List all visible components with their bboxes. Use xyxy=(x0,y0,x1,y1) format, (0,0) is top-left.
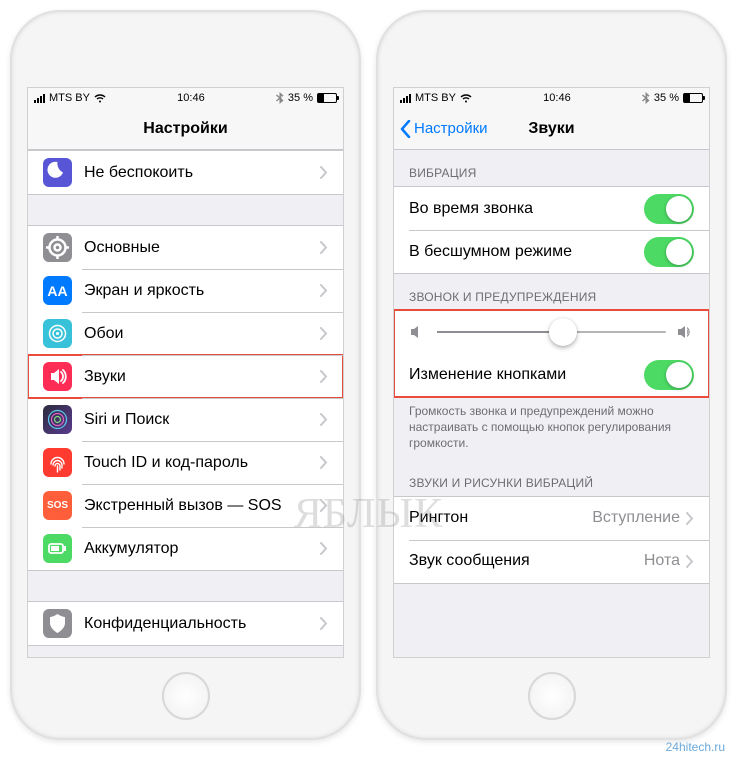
phone-right: MTS BY 10:46 35 % Настройки Звуки ВИБРА xyxy=(376,10,727,740)
cell-value: Нота xyxy=(644,552,680,570)
wifi-icon xyxy=(460,94,472,103)
nav-title: Звуки xyxy=(528,120,574,138)
cell-label: Рингтон xyxy=(409,509,592,527)
home-button[interactable] xyxy=(528,672,576,720)
section-header-vibration: ВИБРАЦИЯ xyxy=(394,150,709,186)
toggle-vibrate-on-ring[interactable] xyxy=(644,194,694,224)
battery-pct: 35 % xyxy=(288,92,313,104)
settings-list[interactable]: Не беспокоить Основные AA Экран и яркость Об… xyxy=(28,150,343,657)
toggle-change-with-buttons[interactable] xyxy=(644,360,694,390)
nav-bar: Настройки Звуки xyxy=(394,108,709,150)
cell-label: Не беспокоить xyxy=(84,164,320,182)
status-bar: MTS BY 10:46 35 % xyxy=(28,88,343,108)
bluetooth-icon xyxy=(276,92,284,104)
sounds-content[interactable]: ВИБРАЦИЯ Во время звонка В бесшумном реж… xyxy=(394,150,709,657)
carrier-label: MTS BY xyxy=(415,92,456,104)
settings-row-wallpaper[interactable]: Обои xyxy=(28,312,343,355)
chevron-right-icon xyxy=(320,617,328,630)
back-label: Настройки xyxy=(414,120,488,137)
screen-right: MTS BY 10:46 35 % Настройки Звуки ВИБРА xyxy=(393,87,710,658)
cell-label: Экстренный вызов — SOS xyxy=(84,497,320,515)
general-icon xyxy=(43,233,72,262)
wallpaper-icon xyxy=(43,319,72,348)
section-footer-ringer: Громкость звонка и предупреждений можно … xyxy=(394,397,709,460)
clock-label: 10:46 xyxy=(543,92,571,104)
touchid-icon xyxy=(43,448,72,477)
status-bar: MTS BY 10:46 35 % xyxy=(394,88,709,108)
signal-icon xyxy=(34,94,45,103)
row-vibrate-on-ring[interactable]: Во время звонка xyxy=(394,187,709,230)
display-icon: AA xyxy=(43,276,72,305)
chevron-right-icon xyxy=(320,499,328,512)
volume-low-icon xyxy=(409,323,427,341)
cell-label: Во время звонка xyxy=(409,200,644,218)
signal-icon xyxy=(400,94,411,103)
cell-label: Звук сообщения xyxy=(409,552,644,570)
cell-label: Обои xyxy=(84,325,320,343)
chevron-right-icon xyxy=(686,555,694,568)
cell-label: Конфиденциальность xyxy=(84,615,320,633)
chevron-right-icon xyxy=(320,456,328,469)
volume-slider[interactable] xyxy=(437,331,666,333)
dnd-icon xyxy=(43,158,72,187)
row-ringtone[interactable]: Рингтон Вступление xyxy=(394,497,709,540)
row-ringer-volume[interactable] xyxy=(394,311,709,353)
row-text-tone[interactable]: Звук сообщения Нота xyxy=(394,540,709,583)
carrier-label: MTS BY xyxy=(49,92,90,104)
chevron-left-icon xyxy=(400,120,411,138)
settings-row-general[interactable]: Основные xyxy=(28,226,343,269)
privacy-icon xyxy=(43,609,72,638)
settings-row-display[interactable]: AA Экран и яркость xyxy=(28,269,343,312)
battery-icon xyxy=(317,93,337,103)
cell-label: Touch ID и код-пароль xyxy=(84,454,320,472)
cell-value: Вступление xyxy=(592,509,680,527)
settings-row-sounds[interactable]: Звуки xyxy=(28,355,343,398)
phone-left: MTS BY 10:46 35 % Настройки Не беспокоит… xyxy=(10,10,361,740)
ringer-group-highlighted: Изменение кнопками xyxy=(394,310,709,397)
nav-bar: Настройки xyxy=(28,108,343,150)
clock-label: 10:46 xyxy=(177,92,205,104)
wifi-icon xyxy=(94,94,106,103)
cell-label: Экран и яркость xyxy=(84,282,320,300)
cell-label: Основные xyxy=(84,239,320,257)
volume-high-icon xyxy=(676,323,694,341)
settings-row-privacy[interactable]: Конфиденциальность xyxy=(28,602,343,645)
chevron-right-icon xyxy=(320,413,328,426)
back-button[interactable]: Настройки xyxy=(400,120,488,138)
toggle-vibrate-on-silent[interactable] xyxy=(644,237,694,267)
row-change-with-buttons[interactable]: Изменение кнопками xyxy=(394,353,709,396)
section-header-sounds-patterns: ЗВУКИ И РИСУНКИ ВИБРАЦИЙ xyxy=(394,460,709,496)
chevron-right-icon xyxy=(320,284,328,297)
chevron-right-icon xyxy=(320,241,328,254)
cell-label: Звуки xyxy=(84,368,320,386)
row-vibrate-on-silent[interactable]: В бесшумном режиме xyxy=(394,230,709,273)
settings-row-touchid[interactable]: Touch ID и код-пароль xyxy=(28,441,343,484)
chevron-right-icon xyxy=(320,370,328,383)
settings-row-siri[interactable]: Siri и Поиск xyxy=(28,398,343,441)
section-header-ringer: ЗВОНОК И ПРЕДУПРЕЖДЕНИЯ xyxy=(394,274,709,310)
sos-icon: SOS xyxy=(43,491,72,520)
sounds-icon xyxy=(43,362,72,391)
cell-label: В бесшумном режиме xyxy=(409,243,644,261)
battery-icon xyxy=(683,93,703,103)
home-button[interactable] xyxy=(162,672,210,720)
cell-label: Аккумулятор xyxy=(84,540,320,558)
settings-row-sos[interactable]: SOS Экстренный вызов — SOS xyxy=(28,484,343,527)
settings-row-battery[interactable]: Аккумулятор xyxy=(28,527,343,570)
svg-text:AA: AA xyxy=(47,283,67,299)
cell-label: Siri и Поиск xyxy=(84,411,320,429)
source-label: 24hitech.ru xyxy=(666,740,725,754)
screen-left: MTS BY 10:46 35 % Настройки Не беспокоит… xyxy=(27,87,344,658)
battery-icon xyxy=(43,534,72,563)
chevron-right-icon xyxy=(686,512,694,525)
nav-title: Настройки xyxy=(143,120,227,138)
siri-icon xyxy=(43,405,72,434)
chevron-right-icon xyxy=(320,327,328,340)
cell-label: Изменение кнопками xyxy=(409,366,644,384)
settings-row-dnd[interactable]: Не беспокоить xyxy=(28,151,343,194)
bluetooth-icon xyxy=(642,92,650,104)
chevron-right-icon xyxy=(320,166,328,179)
chevron-right-icon xyxy=(320,542,328,555)
battery-pct: 35 % xyxy=(654,92,679,104)
